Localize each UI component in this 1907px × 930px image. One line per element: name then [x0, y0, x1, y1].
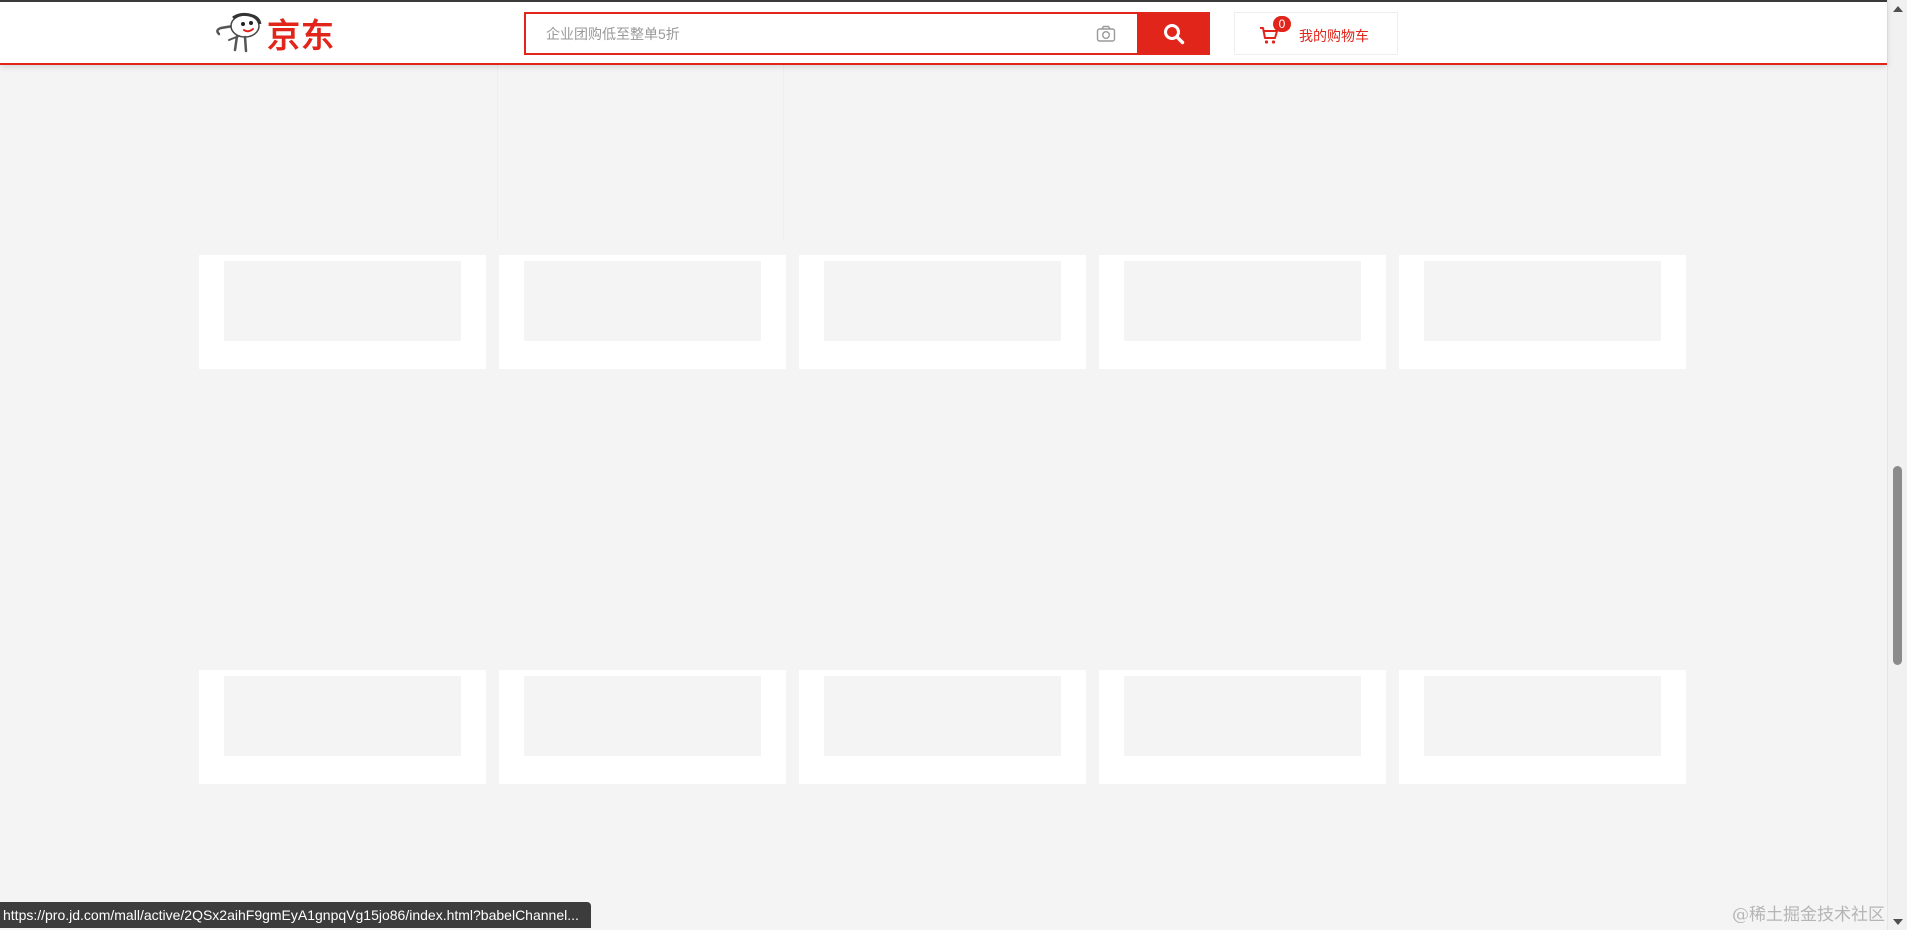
placeholder-image	[224, 676, 461, 756]
column-divider	[497, 65, 498, 240]
search-icon	[1163, 23, 1184, 44]
header-top-border	[0, 0, 1887, 2]
placeholder-image	[824, 261, 1061, 341]
cart-count-badge: 0	[1273, 16, 1291, 32]
placeholder-image	[1424, 261, 1661, 341]
placeholder-card[interactable]	[1099, 670, 1386, 784]
cart-label: 我的购物车	[1299, 28, 1369, 44]
vertical-scrollbar[interactable]	[1887, 0, 1907, 930]
placeholder-image	[1124, 261, 1361, 341]
camera-icon[interactable]	[1096, 25, 1116, 43]
placeholder-image	[1424, 676, 1661, 756]
jd-logo[interactable]: 京东	[213, 12, 335, 55]
search-input[interactable]	[546, 14, 1046, 53]
placeholder-image	[824, 676, 1061, 756]
placeholder-card[interactable]	[499, 670, 786, 784]
placeholder-card[interactable]	[499, 255, 786, 369]
placeholder-image	[524, 676, 761, 756]
search-box	[524, 12, 1138, 55]
placeholder-card[interactable]	[199, 670, 486, 784]
jd-dog-logo-icon	[216, 12, 262, 53]
watermark: @稀土掘金技术社区	[1732, 905, 1885, 925]
scroll-up-arrow-icon	[1893, 5, 1903, 12]
placeholder-card[interactable]	[799, 255, 1086, 369]
placeholder-card[interactable]	[1399, 255, 1686, 369]
placeholder-row	[199, 255, 1686, 369]
placeholder-card[interactable]	[1099, 255, 1386, 369]
placeholder-card[interactable]	[199, 255, 486, 369]
scroll-down-button[interactable]	[1888, 913, 1907, 930]
placeholder-image	[524, 261, 761, 341]
placeholder-card[interactable]	[799, 670, 1086, 784]
placeholder-row	[199, 670, 1686, 784]
scroll-up-button[interactable]	[1888, 0, 1907, 17]
scrollbar-thumb[interactable]	[1893, 466, 1902, 665]
sticky-header: 京东 0 我的购物车	[0, 0, 1887, 65]
placeholder-card[interactable]	[1399, 670, 1686, 784]
column-divider	[783, 65, 784, 240]
page: 京东 0 我的购物车	[0, 0, 1907, 930]
placeholder-image	[224, 261, 461, 341]
scroll-down-arrow-icon	[1893, 918, 1903, 925]
placeholder-image	[1124, 676, 1361, 756]
status-bar-url: https://pro.jd.com/mall/active/2QSx2aihF…	[0, 902, 591, 928]
logo-text: 京东	[267, 16, 335, 55]
my-cart-button[interactable]: 0 我的购物车	[1234, 12, 1398, 55]
search-button[interactable]	[1137, 12, 1210, 55]
